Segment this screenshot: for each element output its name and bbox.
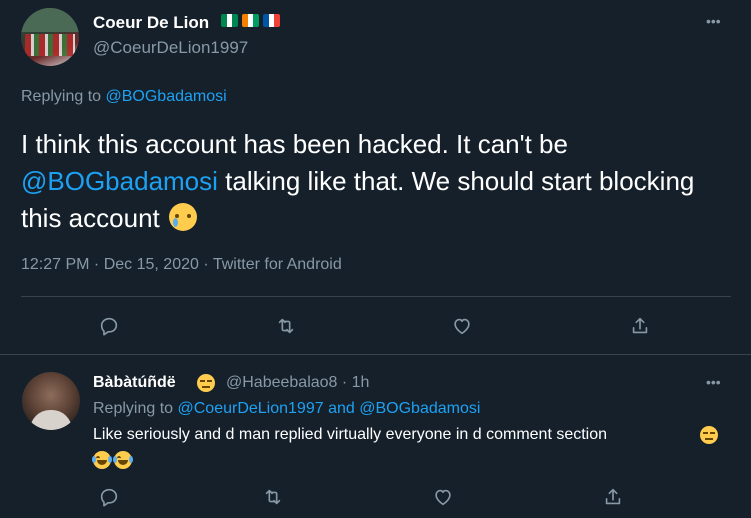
nigeria-flag — [221, 14, 238, 27]
display-name[interactable]: Coeur De Lion — [93, 13, 209, 33]
like-icon[interactable] — [430, 484, 456, 510]
tweet-text-part1: I think this account has been hacked. It… — [21, 129, 568, 159]
replying-to-line: Replying to @BOGbadamosi — [21, 88, 227, 106]
replying-to-line: Replying to @CoeurDeLion1997 and @BOGbad… — [93, 400, 480, 418]
tweet-timestamp[interactable]: 12:27 PM · Dec 15, 2020 · Twitter for An… — [21, 256, 342, 274]
user-handle[interactable]: @CoeurDeLion1997 — [93, 38, 248, 58]
tears-of-joy-emoji-icon — [113, 451, 133, 469]
avatar[interactable] — [22, 372, 80, 430]
tweet-text: I think this account has been hacked. It… — [21, 126, 721, 237]
more-options-icon[interactable]: ••• — [706, 13, 721, 29]
france-flag — [263, 14, 280, 27]
display-name[interactable]: Bàbàtúñdë — [93, 374, 176, 392]
reply-tweet: Bàbàtúñdë @Habeebalao8 · 1h ••• Replying… — [0, 356, 751, 518]
tweet-mention-link[interactable]: @BOGbadamosi — [21, 166, 218, 196]
share-icon[interactable] — [627, 313, 653, 339]
reply-text: Like seriously and d man replied virtual… — [93, 426, 608, 443]
divider — [21, 296, 731, 297]
emoji-row — [92, 451, 133, 469]
name-flags — [221, 14, 280, 27]
avatar-flag-graphic — [25, 34, 75, 56]
user-handle-timestamp[interactable]: @Habeebalao8 · 1h — [226, 374, 369, 392]
retweet-icon[interactable] — [273, 313, 299, 339]
replying-to-user-link[interactable]: @BOGbadamosi — [106, 88, 227, 105]
avatar-sky — [21, 8, 79, 32]
unamused-face-emoji-icon — [700, 426, 718, 444]
reply-icon[interactable] — [96, 313, 122, 339]
replying-to-user-link[interactable]: @CoeurDeLion1997 — [178, 400, 324, 417]
replying-to-label: Replying to — [93, 400, 174, 417]
avatar[interactable] — [21, 8, 79, 66]
unamused-face-emoji-icon — [197, 374, 215, 392]
replying-to-label: Replying to — [21, 88, 102, 105]
replying-to-user-link[interactable]: @BOGbadamosi — [359, 400, 480, 417]
like-icon[interactable] — [449, 313, 475, 339]
more-options-icon[interactable]: ••• — [706, 374, 721, 390]
replying-to-and: and — [328, 400, 355, 417]
crying-face-emoji-icon — [168, 203, 197, 231]
retweet-icon[interactable] — [260, 484, 286, 510]
tears-of-joy-emoji-icon — [92, 451, 112, 469]
avatar-shirt-graphic — [30, 410, 72, 430]
ivory-coast-flag — [242, 14, 259, 27]
share-icon[interactable] — [600, 484, 626, 510]
reply-icon[interactable] — [96, 484, 122, 510]
main-tweet: Coeur De Lion @CoeurDeLion1997 ••• Reply… — [0, 0, 751, 355]
